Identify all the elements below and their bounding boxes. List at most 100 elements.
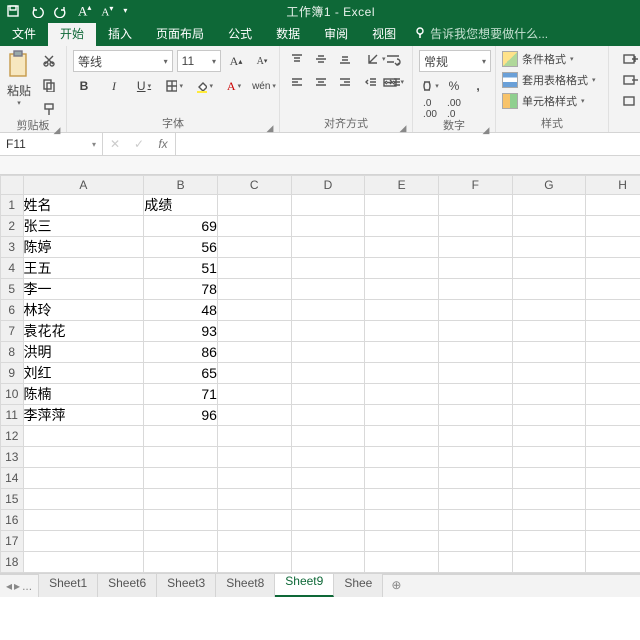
tab-view[interactable]: 视图 (360, 23, 408, 46)
bold-button[interactable]: B (73, 77, 95, 95)
cell[interactable] (586, 468, 640, 489)
cell[interactable] (291, 384, 365, 405)
sheet-tab[interactable]: Shee (334, 572, 383, 597)
cell[interactable] (586, 384, 640, 405)
tab-review[interactable]: 审阅 (312, 23, 360, 46)
tab-page-layout[interactable]: 页面布局 (144, 23, 216, 46)
cell[interactable] (586, 426, 640, 447)
cell[interactable] (512, 279, 586, 300)
col-header[interactable]: G (512, 176, 586, 195)
cell[interactable] (586, 363, 640, 384)
cell[interactable] (586, 342, 640, 363)
cell[interactable] (291, 195, 365, 216)
cell[interactable] (586, 258, 640, 279)
cell[interactable]: 65 (144, 363, 218, 384)
increase-font-qat-icon[interactable]: A▴ (78, 3, 91, 19)
cell-styles-button[interactable]: 单元格样式▾ (502, 92, 602, 110)
format-cells-icon[interactable] (615, 92, 640, 110)
align-left-icon[interactable] (286, 73, 308, 91)
cell[interactable] (365, 531, 439, 552)
cell[interactable] (438, 426, 512, 447)
cell[interactable] (291, 531, 365, 552)
cell[interactable]: 56 (144, 237, 218, 258)
cell[interactable] (586, 489, 640, 510)
cell[interactable] (291, 258, 365, 279)
cell[interactable] (512, 195, 586, 216)
insert-cells-icon[interactable] (615, 50, 640, 68)
phonetic-button[interactable]: wén▾ (253, 77, 275, 95)
cell[interactable] (291, 468, 365, 489)
cell[interactable] (586, 510, 640, 531)
sheet-nav[interactable]: ◂ ▸ ... (0, 575, 39, 597)
tell-me-search[interactable]: 告诉我您想要做什么... (414, 25, 548, 46)
row-header[interactable]: 15 (1, 489, 24, 510)
cell[interactable] (438, 363, 512, 384)
paste-button[interactable]: 粘贴 ▾ (6, 50, 32, 107)
cell[interactable] (217, 363, 291, 384)
name-box[interactable]: F11▾ (0, 133, 103, 155)
cell[interactable]: 78 (144, 279, 218, 300)
cell[interactable]: 李一 (23, 279, 144, 300)
cell[interactable] (23, 426, 144, 447)
cell[interactable] (291, 342, 365, 363)
cell[interactable]: 袁花花 (23, 321, 144, 342)
fx-icon[interactable]: fx (151, 137, 175, 151)
cut-icon[interactable] (38, 52, 60, 70)
enter-formula-icon[interactable]: ✓ (127, 137, 151, 151)
cell[interactable] (217, 531, 291, 552)
cell[interactable]: 96 (144, 405, 218, 426)
table-row[interactable]: 17 (1, 531, 640, 552)
cell[interactable] (23, 531, 144, 552)
cell[interactable] (291, 363, 365, 384)
col-header[interactable]: B (144, 176, 218, 195)
cell[interactable] (217, 279, 291, 300)
col-header[interactable]: H (586, 176, 640, 195)
cell[interactable] (512, 447, 586, 468)
cell[interactable] (23, 573, 144, 575)
row-header[interactable]: 8 (1, 342, 24, 363)
cell[interactable] (217, 258, 291, 279)
cell[interactable] (23, 447, 144, 468)
cell[interactable] (586, 573, 640, 575)
accounting-format-icon[interactable]: ▾ (419, 77, 441, 95)
row-header[interactable]: 17 (1, 531, 24, 552)
cell[interactable] (23, 489, 144, 510)
cell[interactable]: 69 (144, 216, 218, 237)
cell[interactable] (365, 426, 439, 447)
cell[interactable]: 洪明 (23, 342, 144, 363)
launcher-icon[interactable]: ◢ (481, 122, 491, 132)
row-header[interactable]: 4 (1, 258, 24, 279)
cell[interactable] (365, 510, 439, 531)
cell[interactable] (365, 363, 439, 384)
cell[interactable]: 李萍萍 (23, 405, 144, 426)
cell[interactable] (365, 237, 439, 258)
cell[interactable] (144, 552, 218, 573)
cell[interactable] (144, 510, 218, 531)
cell[interactable] (144, 489, 218, 510)
table-row[interactable]: 7袁花花93 (1, 321, 640, 342)
table-row[interactable]: 13 (1, 447, 640, 468)
align-center-icon[interactable] (310, 73, 332, 91)
number-format-combo[interactable]: 常规▾ (419, 50, 491, 72)
conditional-format-button[interactable]: 条件格式▾ (502, 50, 602, 68)
font-name-combo[interactable]: 等线▾ (73, 50, 173, 72)
cell[interactable] (512, 573, 586, 575)
cell[interactable]: 71 (144, 384, 218, 405)
italic-button[interactable]: I (103, 77, 125, 95)
cell[interactable] (512, 426, 586, 447)
cell[interactable] (365, 384, 439, 405)
row-header[interactable]: 1 (1, 195, 24, 216)
cell[interactable] (365, 447, 439, 468)
cell[interactable] (438, 510, 512, 531)
col-header[interactable]: A (23, 176, 144, 195)
table-row[interactable]: 14 (1, 468, 640, 489)
cell[interactable] (365, 216, 439, 237)
align-right-icon[interactable] (334, 73, 356, 91)
row-header[interactable]: 11 (1, 405, 24, 426)
grow-font-icon[interactable]: A▴ (225, 52, 247, 70)
percent-icon[interactable]: % (443, 77, 465, 95)
cell[interactable] (438, 216, 512, 237)
merge-center-icon[interactable]: ▾ (380, 73, 406, 91)
cell[interactable] (512, 531, 586, 552)
table-row[interactable]: 12 (1, 426, 640, 447)
